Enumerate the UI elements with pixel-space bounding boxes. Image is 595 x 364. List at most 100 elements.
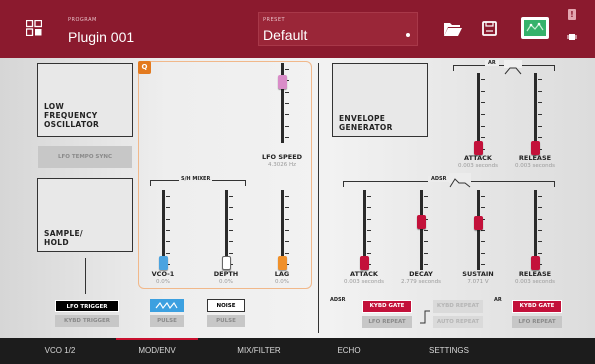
slider-tick [538,196,542,197]
ar-header-label: AR [485,60,499,66]
sustain-thumb[interactable] [474,216,483,231]
lag-thumb[interactable] [278,256,287,270]
decay-label: DECAY [409,270,433,278]
vco1-thumb[interactable] [159,256,168,270]
tab-echo[interactable]: ECHO [314,338,384,364]
adsr-gate-label: ADSR [330,297,346,303]
pulse-wave-icon [155,301,178,310]
header-bar: PROGRAM Plugin 001 PRESET Default ! [0,0,595,58]
folder-open-icon[interactable] [443,21,463,37]
ar-kybd-gate-button[interactable]: KYBD GATE [512,300,562,313]
kybd-trigger-button[interactable]: KYBD TRIGGER [55,315,119,327]
tab-mix-filter[interactable]: MIX/FILTER [218,338,300,364]
slider-tick [538,207,542,209]
slider-tick [538,79,542,80]
decay-track[interactable] [420,190,423,270]
preset-label: PRESET [263,17,286,23]
trigger-connector [85,258,86,294]
tab-settings[interactable]: SETTINGS [408,338,490,364]
slider-tick [538,90,542,92]
attack-label: ATTACK [350,270,378,278]
auto-repeat-button[interactable]: AUTO REPEAT [433,316,483,328]
slider-tick [166,230,170,231]
slider-tick [285,69,289,70]
adsr-lfo-repeat-button[interactable]: LFO REPEAT [362,316,412,328]
slider-tick [481,241,485,243]
slider-tick [481,207,485,209]
depth-thumb[interactable] [222,256,231,270]
ar-attack-label: ATTACK [464,154,492,162]
slider-tick [481,125,485,127]
slider-tick [424,252,428,254]
save-icon[interactable] [482,21,497,36]
slider-tick [285,241,289,243]
tab-vco[interactable]: VCO 1/2 [25,338,95,364]
mod-env-panel: LOW FREQUENCY OSCILLATOR LFO TEMPO SYNC … [0,58,595,338]
alert-badge[interactable]: ! [568,9,576,20]
lfo-title: LOW FREQUENCY OSCILLATOR [44,102,100,129]
adsr-shape-icon [449,173,471,188]
modulation-view-icon[interactable] [521,17,549,39]
lfo-speed-thumb[interactable] [278,74,287,89]
preset-select[interactable]: PRESET Default [258,12,418,46]
release-label: RELEASE [518,270,552,278]
slider-tick [285,125,289,127]
slider-tick [367,252,371,254]
noise-button[interactable]: NOISE [207,299,245,312]
ar-shape-icon [504,60,522,75]
slider-tick [229,230,233,231]
depth-value: 0.0% [219,279,233,285]
slider-tick [481,264,485,265]
decay-thumb[interactable] [417,215,426,230]
slider-tick [538,218,542,220]
tab-bar: VCO 1/2 MOD/ENV MIX/FILTER ECHO SETTINGS [0,338,595,364]
vco1-label: VCO-1 [151,270,175,278]
slider-tick [229,207,233,209]
ar-attack-thumb[interactable] [474,141,483,155]
slider-tick [367,218,371,220]
pulse-button-1[interactable]: PULSE [150,315,184,327]
slider-tick [424,207,428,209]
slider-tick [481,230,485,231]
slider-tick [285,196,289,197]
slider-tick [538,102,542,104]
slider-tick [538,230,542,231]
program-name[interactable]: Plugin 001 [68,29,134,45]
ar-attack-value: 0.003 seconds [458,163,498,169]
slider-tick [285,91,289,93]
pulse-button-2[interactable]: PULSE [207,315,245,327]
slider-tick [367,196,371,197]
slider-tick [481,137,485,139]
slider-tick [481,102,485,104]
lfo-tempo-sync-button[interactable]: LFO TEMPO SYNC [38,146,132,168]
grid-menu-icon[interactable] [25,19,43,37]
kybd-repeat-button[interactable]: KYBD REPEAT [433,300,483,313]
lfo-section-box: LOW FREQUENCY OSCILLATOR [37,63,133,137]
depth-label: DEPTH [213,270,239,278]
slider-tick [166,218,170,220]
slider-tick [538,241,542,243]
q-badge: Q [138,61,151,74]
slider-tick [538,125,542,127]
slider-tick [285,207,289,209]
attack-thumb[interactable] [360,256,369,270]
slider-tick [481,252,485,254]
panel-divider [318,63,319,333]
slider-tick [229,218,233,220]
release-thumb[interactable] [531,256,540,270]
lfo-speed-value: 4.3026 Hz [267,162,296,168]
slider-tick [538,252,542,254]
slider-tick [424,241,428,243]
pulse-wave-button[interactable] [150,299,184,312]
lag-value: 0.0% [275,279,289,285]
ar-lfo-repeat-button[interactable]: LFO REPEAT [512,316,562,328]
adsr-kybd-gate-button[interactable]: KYBD GATE [362,300,412,313]
slider-tick [166,252,170,254]
slider-tick [424,230,428,231]
lfo-trigger-button[interactable]: LFO TRIGGER [55,300,119,312]
sustain-label: SUSTAIN [462,270,494,278]
ar-release-thumb[interactable] [531,141,540,155]
envelope-generator-title: ENVELOPE GENERATOR [339,114,393,132]
tab-mod-env[interactable]: MOD/ENV [116,338,198,364]
slider-tick [367,230,371,231]
